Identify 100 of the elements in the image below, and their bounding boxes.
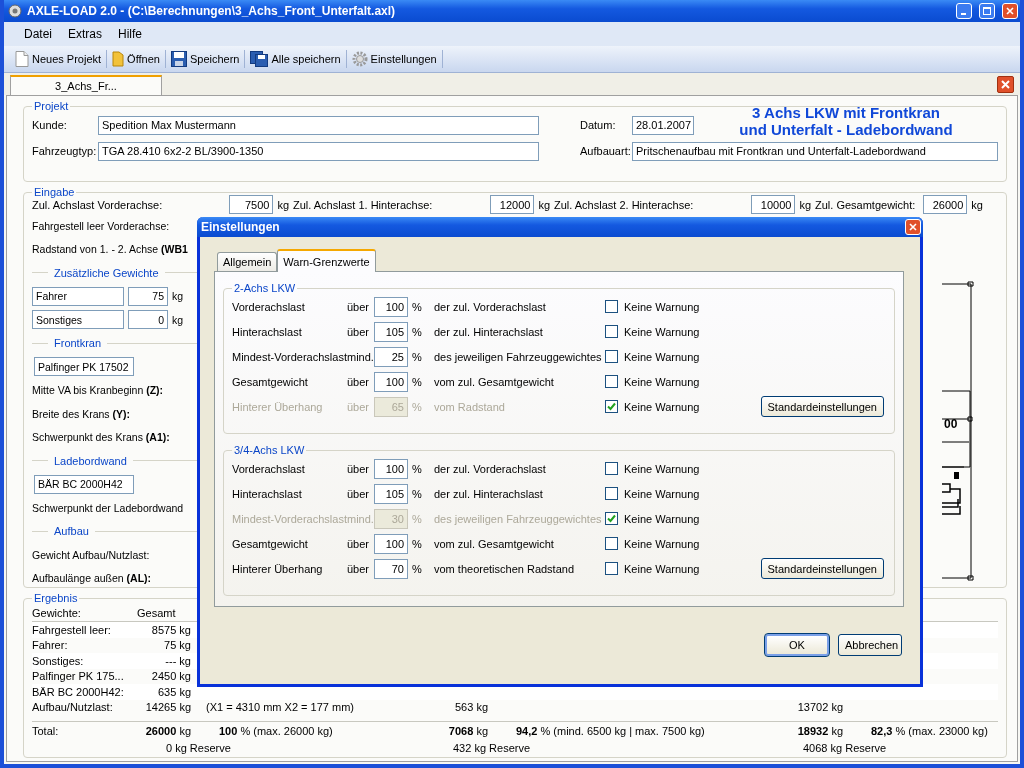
close-icon xyxy=(1006,7,1014,15)
model-field[interactable]: Palfinger PK 17502 xyxy=(34,357,134,377)
checkbox[interactable] xyxy=(605,487,618,500)
percent-field[interactable]: 100 xyxy=(374,533,408,554)
checkbox[interactable] xyxy=(605,562,618,575)
axle-load-field[interactable]: 26000 xyxy=(923,195,968,214)
checkbox-label: Keine Warnung xyxy=(624,400,701,413)
section-title: Zusätzliche Gewichte xyxy=(54,266,159,279)
toolbar-button[interactable]: Speichern xyxy=(165,50,246,68)
operator-label: über xyxy=(347,325,371,338)
dialog-button[interactable]: OK xyxy=(765,634,829,656)
field-label: Radstand von 1. - 2. Achse (WB1 xyxy=(32,243,188,256)
checkbox[interactable] xyxy=(605,375,618,388)
checkbox[interactable] xyxy=(605,462,618,475)
unit-label: kg xyxy=(172,313,184,326)
table-cell-text: 2450 kg xyxy=(150,670,191,683)
limit-label: Hinterachslast xyxy=(232,325,303,338)
checkbox[interactable] xyxy=(605,350,618,363)
table-cell-text: 14265 kg xyxy=(144,701,191,714)
tab[interactable]: Allgemein xyxy=(217,252,278,271)
weight-value-field[interactable]: 75 xyxy=(128,286,168,306)
date-field[interactable]: 28.01.2007 xyxy=(632,115,694,135)
percent-field[interactable]: 100 xyxy=(374,296,408,317)
toolbar-button[interactable]: Alle speichern xyxy=(245,50,347,68)
load-percentage: 94,2 % xyxy=(516,725,551,737)
table-cell-text: 8575 kg xyxy=(150,623,191,636)
group-title: Eingabe xyxy=(33,186,76,198)
unit-label: % xyxy=(411,400,423,413)
limit-description: der zul. Vorderachslast xyxy=(434,462,547,475)
total-weight: 18932 kg xyxy=(796,725,843,737)
operator-label: über xyxy=(347,537,371,550)
save-icon xyxy=(170,51,187,67)
section-title: Ladebordwand xyxy=(54,454,127,467)
vehicle-type-field[interactable]: TGA 28.410 6x2-2 BL/3900-1350 xyxy=(98,141,539,161)
checkbox[interactable] xyxy=(605,300,618,313)
percent-field[interactable]: 105 xyxy=(374,321,408,342)
unit-label: % xyxy=(411,487,423,500)
table-cell: (X1 = 4310 mm X2 = 177 mm) xyxy=(206,701,354,714)
close-tab-button[interactable] xyxy=(997,75,1014,93)
unit-label: % xyxy=(411,300,423,313)
document-tab[interactable]: 3_Achs_Fr... xyxy=(10,75,162,95)
unit-label: % xyxy=(411,512,423,525)
reset-defaults-button[interactable]: Standardeinstellungen xyxy=(760,558,884,579)
axle-load-field[interactable]: 10000 xyxy=(751,195,796,214)
group-title: 2-Achs LKW xyxy=(233,282,297,294)
checkbox-label: Keine Warnung xyxy=(624,350,701,363)
checkbox-label: Keine Warnung xyxy=(624,512,701,525)
customer-field[interactable]: Spedition Max Mustermann xyxy=(98,115,539,135)
weight-value-field[interactable]: 0 xyxy=(128,310,168,330)
close-button[interactable] xyxy=(905,219,921,235)
percent-field[interactable]: 25 xyxy=(374,346,408,367)
group-title: 3/4-Achs LKW xyxy=(233,444,306,456)
table-cell-text: 635 kg xyxy=(156,685,191,698)
checkbox[interactable] xyxy=(605,325,618,338)
maximize-button[interactable] xyxy=(979,3,995,19)
folder-icon xyxy=(112,51,125,67)
checkbox-label: Keine Warnung xyxy=(624,375,701,388)
limit-description: vom zul. Gesamtgewicht xyxy=(434,537,555,550)
weight-name-field[interactable]: Sonstiges xyxy=(32,310,124,330)
field-label: Zul. Achslast 1. Hinterachse: xyxy=(293,198,433,211)
tab[interactable]: Warn-Grenzwerte xyxy=(277,249,376,272)
load-percentage: 82,3 % xyxy=(871,725,906,737)
checkbox-label: Keine Warnung xyxy=(624,325,701,338)
close-button[interactable] xyxy=(1002,3,1018,19)
axle-load-field[interactable]: 7500 xyxy=(229,195,274,214)
axle-load-field[interactable]: 12000 xyxy=(490,195,535,214)
reserve-text: 432 kg Reserve xyxy=(453,742,531,754)
model-field[interactable]: BÄR BC 2000H42 xyxy=(34,474,134,494)
limit-label: Hinterer Überhang xyxy=(232,562,324,575)
unit-label: % xyxy=(411,325,423,338)
weight-name-field[interactable]: Fahrer xyxy=(32,286,124,306)
unit-label: % xyxy=(411,537,423,550)
toolbar-button[interactable]: Einstellungen xyxy=(346,50,443,68)
menu-item[interactable]: Extras xyxy=(60,27,111,41)
maximize-icon xyxy=(983,7,991,15)
close-icon xyxy=(1001,79,1010,89)
load-percentage: 100 % xyxy=(219,725,251,737)
toolbar-button[interactable]: Öffnen xyxy=(107,50,166,68)
menu-item[interactable]: Hilfe xyxy=(110,27,151,41)
table-cell-text: 75 kg xyxy=(163,639,191,652)
checkbox[interactable] xyxy=(605,537,618,550)
minimize-button[interactable] xyxy=(956,3,972,19)
toolbar-button[interactable]: Neues Projekt xyxy=(10,50,108,68)
menu-item[interactable]: Datei xyxy=(16,27,60,41)
table-cell-text: Sonstiges: xyxy=(32,654,85,667)
field-label: Zul. Achslast 2. Hinterachse: xyxy=(554,198,694,211)
percent-field[interactable]: 100 xyxy=(374,371,408,392)
total-weight: 26000 kg xyxy=(144,725,191,737)
section-title: Aufbau xyxy=(54,525,89,538)
body-type-field[interactable]: Pritschenaufbau mit Frontkran und Unterfalt-Ladebordwand xyxy=(632,141,998,161)
table-cell-text: BÄR BC 2000H42: xyxy=(32,685,125,698)
percent-field[interactable]: 105 xyxy=(374,483,408,504)
unit-label: kg xyxy=(277,198,289,211)
percent-field[interactable]: 100 xyxy=(374,458,408,479)
percent-field[interactable]: 70 xyxy=(374,558,408,579)
app-icon xyxy=(8,4,22,18)
reset-defaults-button[interactable]: Standardeinstellungen xyxy=(760,396,884,417)
unit-label: kg xyxy=(799,198,811,211)
checkbox-label: Keine Warnung xyxy=(624,300,701,313)
dialog-button[interactable]: Abbrechen xyxy=(838,634,902,656)
